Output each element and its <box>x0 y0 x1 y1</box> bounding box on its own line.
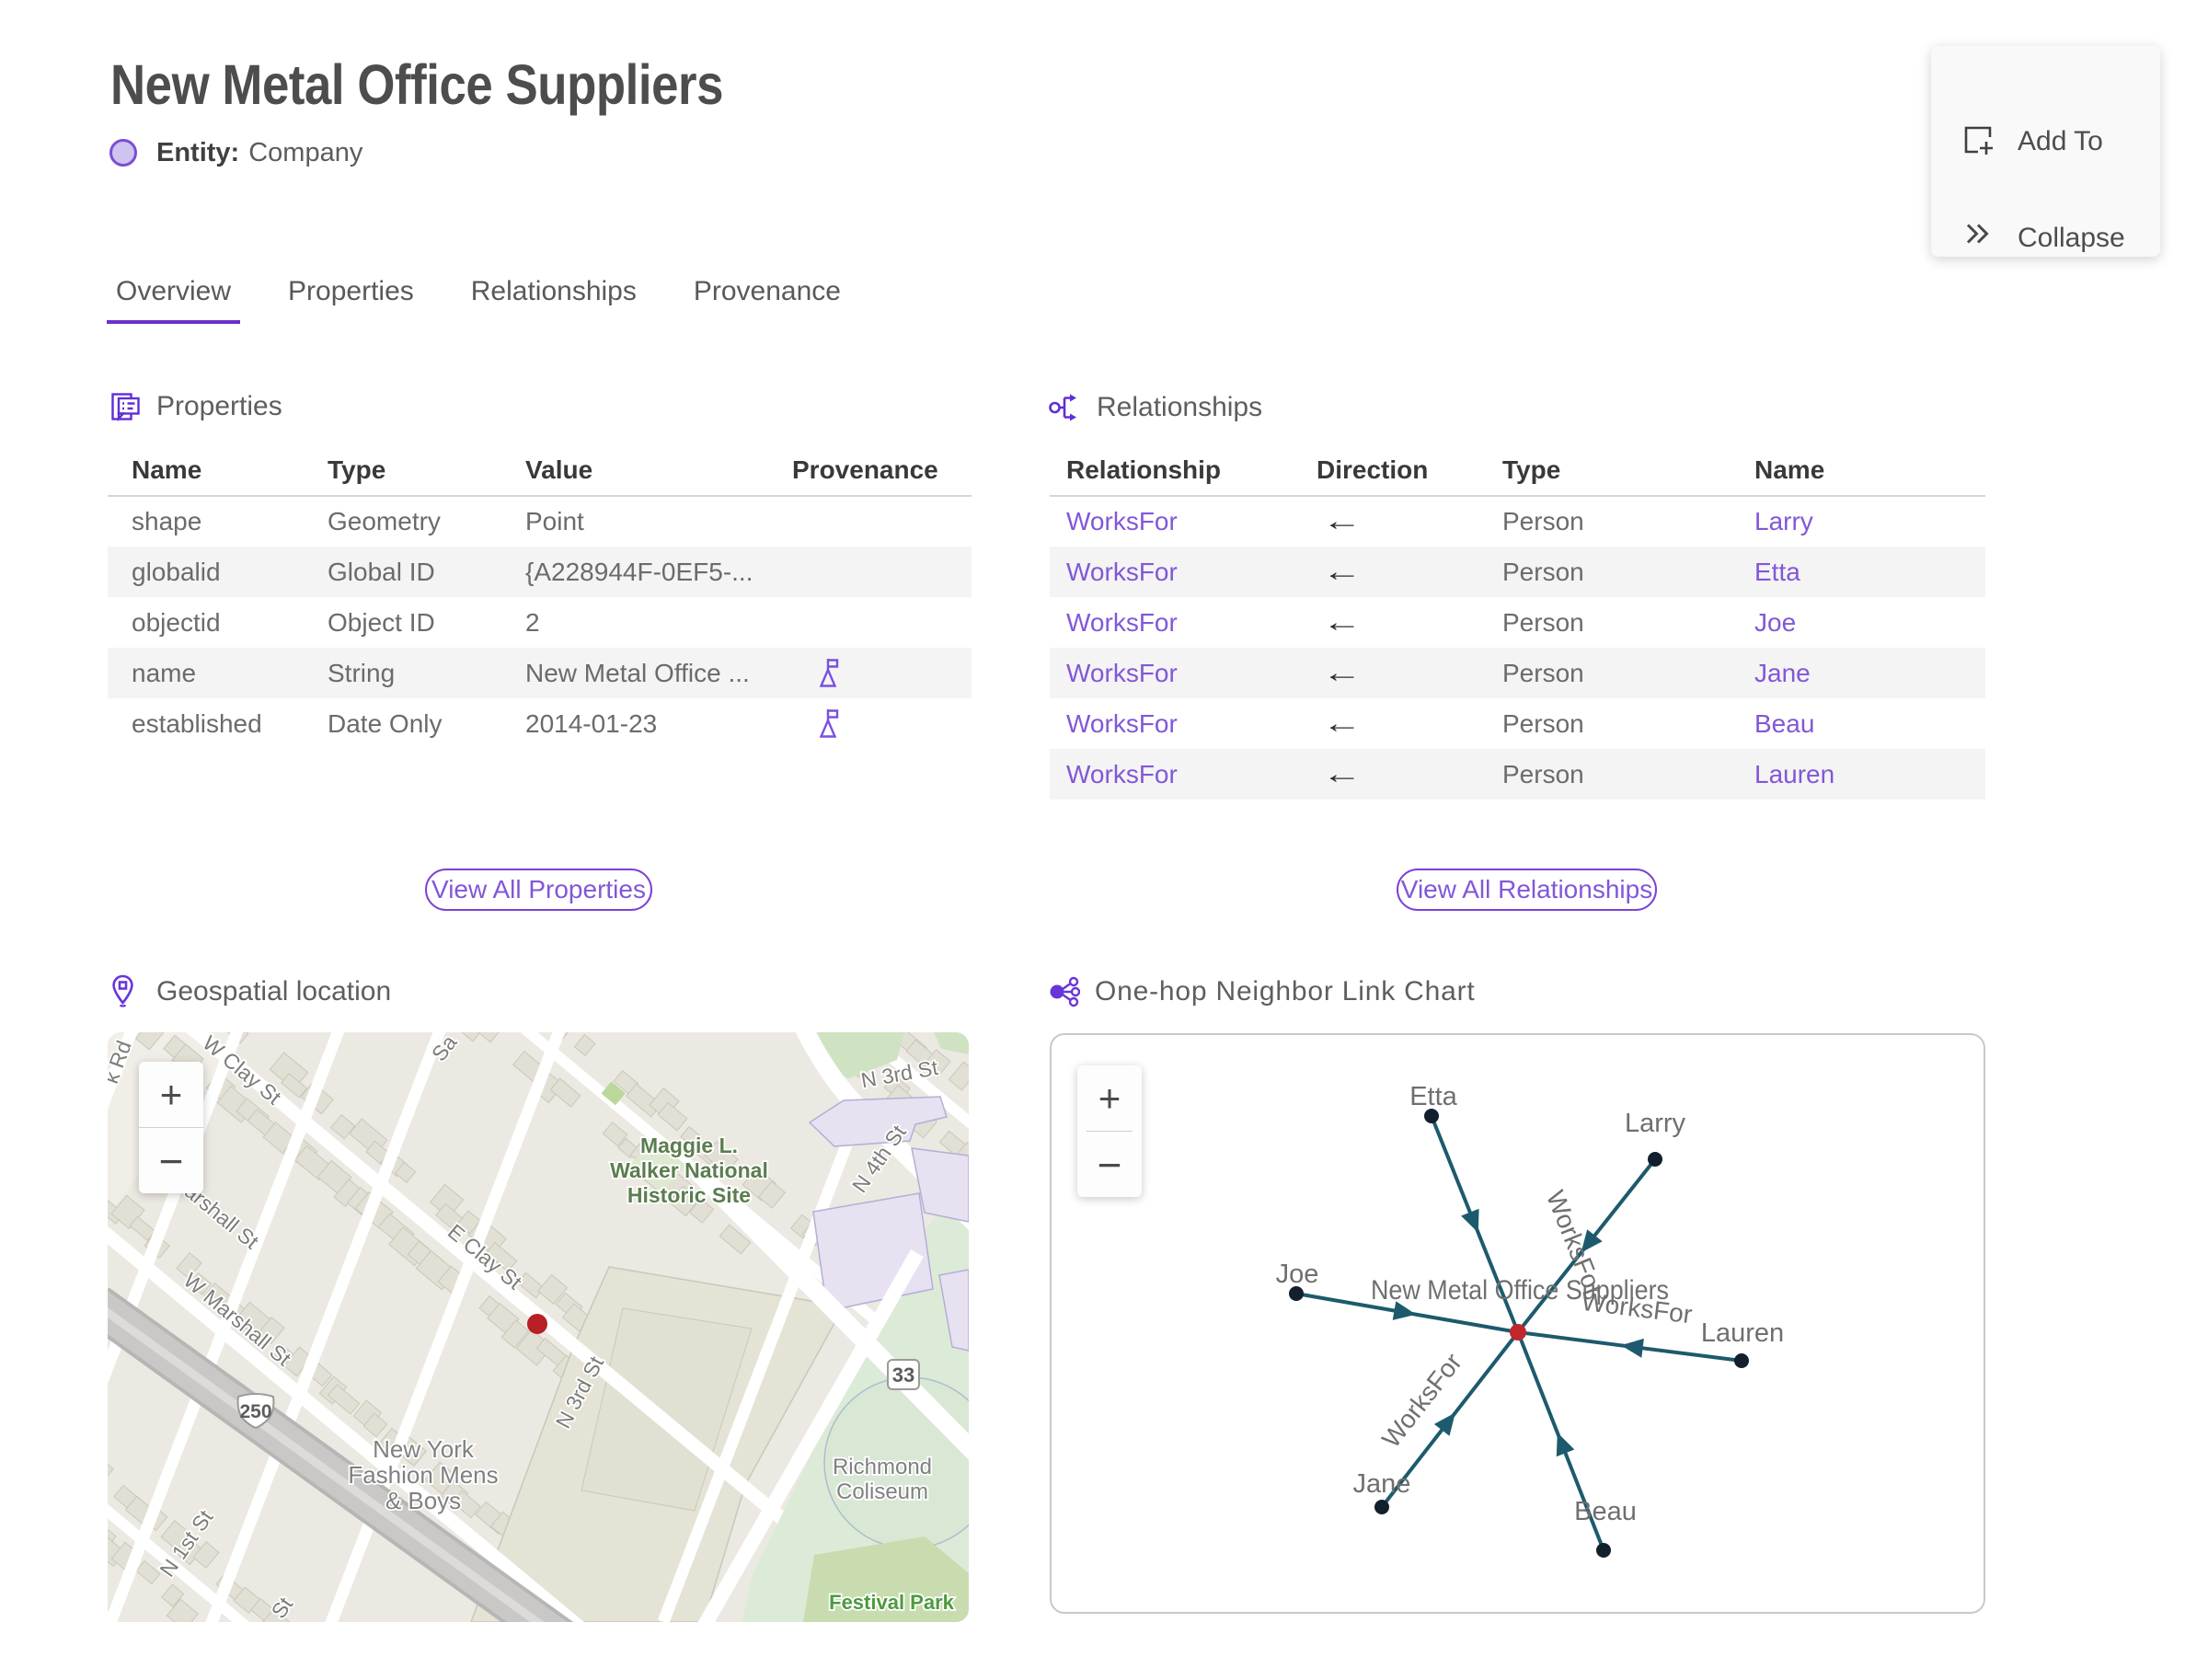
svg-text:Etta: Etta <box>1409 1082 1457 1111</box>
svg-text:Jane: Jane <box>1353 1469 1411 1499</box>
svg-text:Fashion Mens: Fashion Mens <box>348 1461 498 1489</box>
svg-text:Coliseum: Coliseum <box>836 1479 928 1504</box>
svg-text:New York: New York <box>373 1435 475 1463</box>
svg-text:Richmond: Richmond <box>833 1455 932 1479</box>
svg-text:Beau: Beau <box>1574 1497 1637 1526</box>
svg-text:33: 33 <box>892 1364 914 1387</box>
svg-text:Lauren: Lauren <box>1701 1318 1784 1348</box>
svg-text:Walker National: Walker National <box>610 1158 768 1182</box>
svg-text:WorksFor: WorksFor <box>1376 1348 1467 1453</box>
svg-text:Maggie L.: Maggie L. <box>640 1133 738 1157</box>
svg-text:Larry: Larry <box>1625 1109 1686 1138</box>
svg-text:& Boys: & Boys <box>385 1487 461 1514</box>
svg-text:WorksFor: WorksFor <box>1580 1287 1694 1329</box>
svg-text:Joe: Joe <box>1276 1260 1319 1289</box>
svg-text:Historic Site: Historic Site <box>627 1183 751 1207</box>
svg-text:250: 250 <box>239 1401 271 1422</box>
svg-text:Festival Park: Festival Park <box>829 1591 955 1614</box>
